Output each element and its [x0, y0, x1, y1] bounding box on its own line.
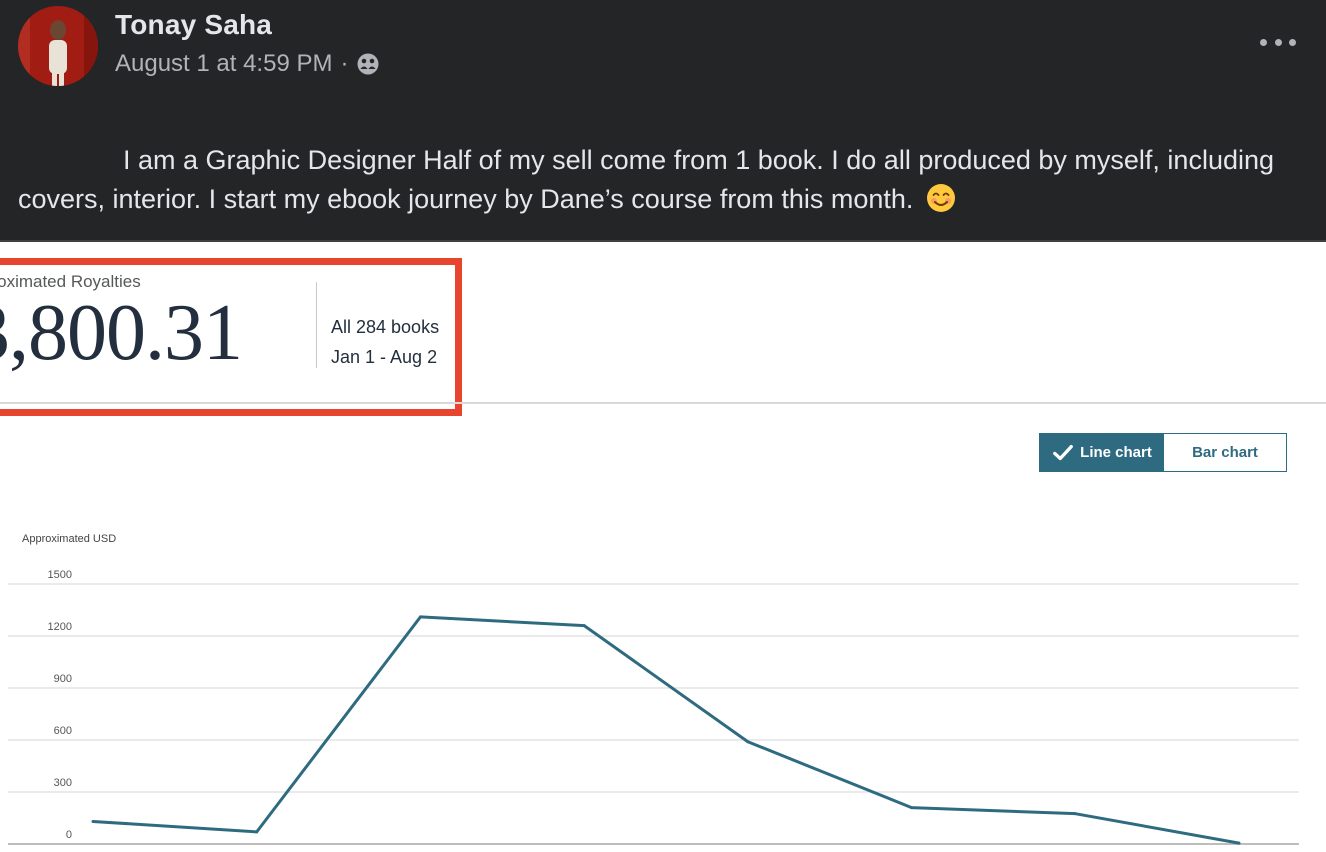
- post-date[interactable]: August 1 at 4:59 PM: [115, 50, 332, 78]
- bar-chart-label: Bar chart: [1192, 444, 1258, 461]
- friends-icon[interactable]: [356, 52, 380, 76]
- post-header: Tonay Saha August 1 at 4:59 PM · I am a …: [0, 0, 1326, 240]
- series-line: [92, 615, 1240, 845]
- y-axis-title: Approximated USD: [22, 533, 116, 545]
- line-chart-label: Line chart: [1080, 444, 1152, 461]
- royalties-line-chart: Approximated USD 0 300 600 900 1200 1500: [8, 533, 1299, 845]
- y-tick-label: 0: [66, 829, 72, 841]
- report-divider: [0, 402, 1326, 404]
- y-tick-label: 1500: [48, 569, 72, 581]
- y-tick-label: 300: [54, 777, 72, 789]
- data-point[interactable]: [91, 819, 95, 823]
- line-chart-button[interactable]: Line chart: [1040, 434, 1164, 471]
- highlight-box: [0, 258, 462, 416]
- y-tick-label: 1200: [48, 621, 72, 633]
- chart-type-toggle: Line chart Bar chart: [1039, 433, 1287, 472]
- y-axis-ticks: 0 300 600 900 1200 1500: [48, 569, 72, 841]
- post-meta: August 1 at 4:59 PM ·: [115, 50, 380, 78]
- author-name[interactable]: Tonay Saha: [115, 9, 272, 41]
- author-avatar[interactable]: [18, 6, 98, 86]
- smiling-face-icon: [926, 184, 955, 212]
- post-text: I am a Graphic Designer Half of my sell …: [18, 145, 1275, 214]
- data-point[interactable]: [582, 624, 586, 628]
- data-point[interactable]: [910, 806, 914, 810]
- royalties-report: proximated Royalties 3,800.31 All 284 bo…: [0, 242, 1326, 852]
- chart-grid: [8, 583, 1299, 845]
- y-tick-label: 900: [54, 673, 72, 685]
- data-point[interactable]: [418, 615, 422, 619]
- check-icon: [1053, 444, 1074, 460]
- meta-separator: ·: [340, 50, 349, 77]
- post-body: I am a Graphic Designer Half of my sell …: [18, 141, 1308, 219]
- data-point[interactable]: [1073, 812, 1077, 816]
- data-point[interactable]: [1237, 841, 1241, 845]
- data-point[interactable]: [746, 740, 750, 744]
- more-options-icon[interactable]: [1260, 30, 1296, 54]
- chart-series: [91, 615, 1241, 845]
- bar-chart-button[interactable]: Bar chart: [1164, 434, 1286, 471]
- data-point[interactable]: [255, 830, 259, 834]
- y-tick-label: 600: [54, 725, 72, 737]
